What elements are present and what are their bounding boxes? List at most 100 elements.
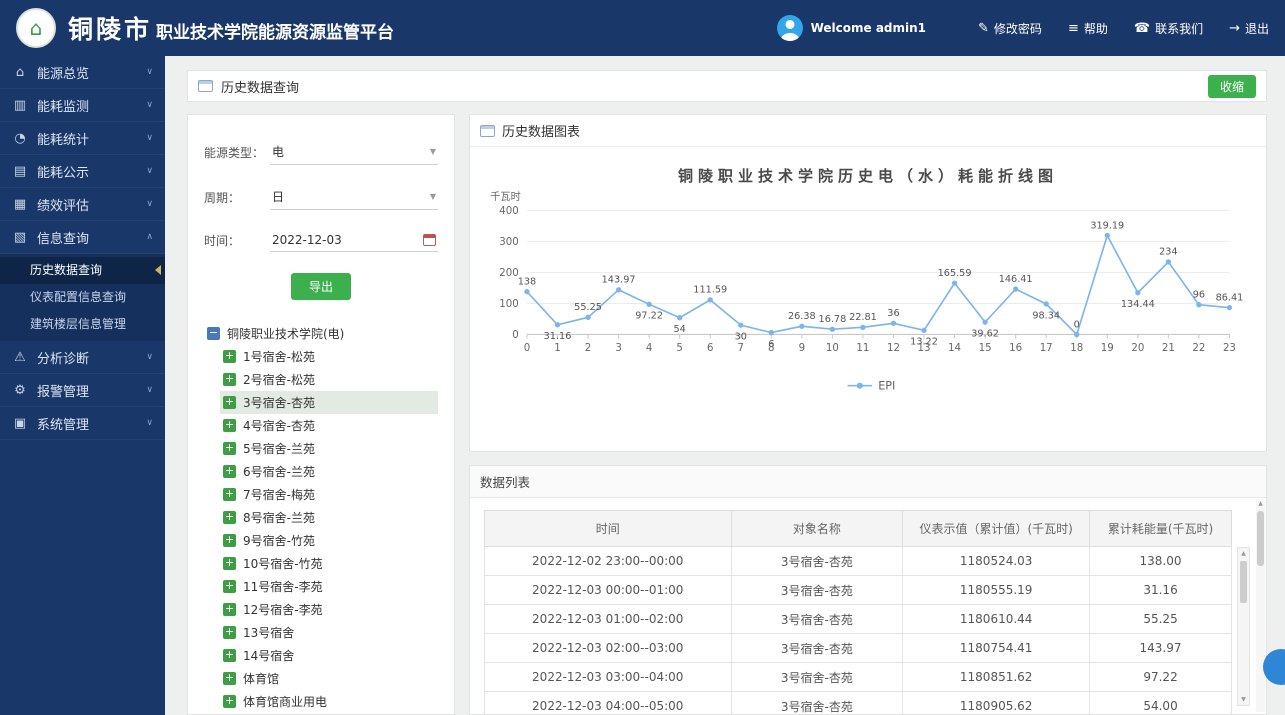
tree-expand-icon[interactable]: + (223, 488, 236, 501)
svg-text:12: 12 (887, 343, 900, 354)
sidebar-subitem[interactable]: 历史数据查询 (0, 257, 165, 284)
tree-expand-icon[interactable]: + (223, 557, 236, 570)
table-cell: 3号宿舍-杏苑 (730, 575, 904, 605)
scrollbar-thumb[interactable] (1240, 561, 1247, 603)
period-row: 周期： 日 ▼ (204, 184, 438, 210)
chevron-down-icon: ∨ (146, 418, 153, 428)
table-cell: 97.22 (1089, 662, 1232, 692)
tree-root[interactable]: − 铜陵职业技术学院(电) (204, 322, 438, 345)
tree-node[interactable]: +7号宿舍-梅苑 (220, 483, 438, 506)
energy-publicity-icon: ▤ (13, 163, 27, 179)
tree-node[interactable]: +2号宿舍-松苑 (220, 368, 438, 391)
scroll-up-icon[interactable]: ▲ (1256, 499, 1265, 509)
sidebar-item-5[interactable]: ▦ 绩效评估 ∨ (0, 188, 165, 221)
svg-text:16: 16 (1009, 343, 1022, 354)
phone-icon: ☎ (1133, 20, 1151, 36)
tree-expand-icon[interactable]: + (223, 442, 236, 455)
tree-node[interactable]: +4号宿舍-杏苑 (220, 414, 438, 437)
svg-text:134.44: 134.44 (1121, 299, 1155, 310)
tree-node[interactable]: +3号宿舍-杏苑 (220, 391, 438, 414)
svg-text:55.25: 55.25 (574, 302, 602, 313)
tree-node[interactable]: + 体育馆 (220, 667, 438, 690)
sidebar-item-8[interactable]: ⚙ 报警管理 ∨ (0, 374, 165, 407)
table-row[interactable]: 2022-12-03 01:00--02:00 3号宿舍-杏苑 1180610.44… (484, 604, 1232, 634)
performance-eval-icon: ▦ (13, 196, 27, 212)
energy-type-select[interactable]: 电 ▼ (270, 139, 438, 165)
sidebar-item-2[interactable]: ▥ 能耗监测 ∨ (0, 89, 165, 122)
tree-node[interactable]: + 体育馆商业用电 (220, 690, 438, 713)
date-input[interactable]: 2022-12-03 (270, 229, 438, 252)
tree-node[interactable]: +9号宿舍-竹苑 (220, 529, 438, 552)
tree-expand-icon[interactable]: + (223, 626, 236, 639)
right-column: 历史数据图表 铜陵职业技术学院历史电（水）耗能折线图 千瓦时 0 100 200 300… (469, 114, 1267, 715)
chevron-down-icon: ∨ (146, 67, 153, 77)
sidebar-item-9[interactable]: ▣ 系统管理 ∨ (0, 407, 165, 440)
dropdown-arrow-icon: ▼ (429, 192, 436, 201)
tree-expand-icon[interactable]: + (223, 350, 236, 363)
tree-collapse-icon[interactable]: − (207, 327, 220, 340)
tree-expand-icon[interactable]: + (223, 580, 236, 593)
svg-text:98.34: 98.34 (1032, 310, 1060, 321)
sidebar-item-3[interactable]: ◔ 能耗统计 ∨ (0, 122, 165, 155)
tree-expand-icon[interactable]: + (223, 695, 236, 708)
svg-text:5: 5 (676, 343, 683, 354)
table-row[interactable]: 2022-12-03 04:00--05:00 3号宿舍-杏苑 1180905.62… (484, 691, 1232, 714)
scroll-up-icon[interactable]: ▲ (1238, 548, 1249, 559)
chevron-down-icon: ∨ (146, 100, 153, 110)
tree-node[interactable]: +1号宿舍-松苑 (220, 345, 438, 368)
help-link[interactable]: ≡ 帮助 (1068, 20, 1108, 37)
sidebar-item-4[interactable]: ▤ 能耗公示 ∨ (0, 155, 165, 188)
svg-text:6: 6 (768, 339, 774, 350)
sidebar-subitem[interactable]: 建筑楼层信息管理 (0, 311, 165, 338)
tree-expand-icon[interactable]: + (223, 419, 236, 432)
period-select[interactable]: 日 ▼ (270, 184, 438, 210)
table-row[interactable]: 2022-12-03 03:00--04:00 3号宿舍-杏苑 1180851.62… (484, 662, 1232, 692)
collapse-button[interactable]: 收缩 (1207, 74, 1256, 98)
export-button[interactable]: 导出 (290, 273, 351, 300)
tree-expand-icon[interactable]: + (223, 534, 236, 547)
sidebar-item-7[interactable]: ⚠ 分析诊断 ∨ (0, 341, 165, 374)
calendar-icon[interactable] (423, 234, 436, 246)
tree-node[interactable]: +6号宿舍-兰苑 (220, 460, 438, 483)
table-scrollbar[interactable]: ▲ ▼ (1237, 547, 1250, 706)
help-icon: ≡ (1067, 20, 1079, 36)
table-row[interactable]: 2022-12-03 00:00--01:00 3号宿舍-杏苑 1180555.19… (484, 575, 1232, 605)
tree-expand-icon[interactable]: + (223, 649, 236, 662)
scrollbar-thumb[interactable] (1257, 511, 1264, 566)
tree-node[interactable]: +5号宿舍-兰苑 (220, 437, 438, 460)
svg-text:39.62: 39.62 (971, 328, 999, 339)
tree-expand-icon[interactable]: + (223, 672, 236, 685)
sidebar-item-6[interactable]: ▧ 信息查询 ∧ (0, 221, 165, 254)
tree-node[interactable]: +10号宿舍-竹苑 (220, 552, 438, 575)
table-cell: 3号宿舍-杏苑 (730, 691, 904, 714)
tree-node[interactable]: +11号宿舍-李苑 (220, 575, 438, 598)
tree-node[interactable]: +12号宿舍-李苑 (220, 598, 438, 621)
tree-node[interactable]: +14号宿舍 (220, 644, 438, 667)
tree-expand-icon[interactable]: + (223, 511, 236, 524)
svg-text:86.41: 86.41 (1216, 292, 1244, 303)
user-avatar-icon (776, 15, 803, 41)
change-password-link[interactable]: ✎ 修改密码 (978, 20, 1042, 37)
table-row[interactable]: 2022-12-02 23:00--00:00 3号宿舍-杏苑 1180524.03… (484, 546, 1232, 576)
tree-expand-icon[interactable]: + (223, 603, 236, 616)
tree-node[interactable]: +一食堂 (220, 713, 438, 714)
tree-node[interactable]: +13号宿舍 (220, 621, 438, 644)
header-actions: Welcome admin1 ✎ 修改密码 ≡ 帮助 ☎ 联系我们 → 退出 (776, 15, 1269, 41)
contact-us-link[interactable]: ☎ 联系我们 (1134, 20, 1203, 37)
sidebar-subitem[interactable]: 仪表配置信息查询 (0, 284, 165, 311)
table-row[interactable]: 2022-12-03 02:00--03:00 3号宿舍-杏苑 1180754.41… (484, 633, 1232, 663)
logout-link[interactable]: → 退出 (1229, 20, 1269, 37)
building-tree: − 铜陵职业技术学院(电) +1号宿舍-松苑 +2号宿舍-松苑 +3号宿舍-杏苑 +4号宿… (204, 322, 438, 714)
panel-scrollbar[interactable]: ▲ (1256, 499, 1265, 712)
tree-expand-icon[interactable]: + (223, 373, 236, 386)
svg-text:EPI: EPI (878, 380, 895, 393)
tree-expand-icon[interactable]: + (223, 396, 236, 409)
svg-text:22: 22 (1192, 343, 1205, 354)
tree-expand-icon[interactable]: + (223, 465, 236, 478)
svg-text:400: 400 (499, 206, 518, 217)
sidebar-item-1[interactable]: ⌂ 能源总览 ∨ (0, 56, 165, 89)
scroll-down-icon[interactable]: ▼ (1238, 694, 1249, 705)
chevron-down-icon: ∨ (146, 352, 153, 362)
tree-node[interactable]: +8号宿舍-兰苑 (220, 506, 438, 529)
svg-text:7: 7 (738, 343, 745, 354)
